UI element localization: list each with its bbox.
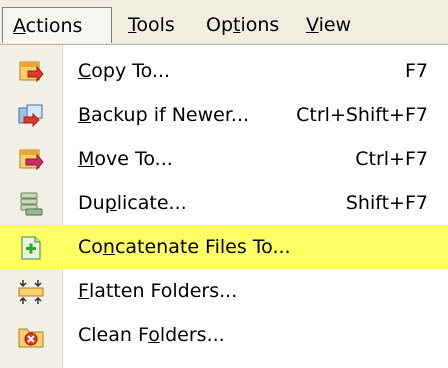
shortcut-duplicate: Shift+F7 bbox=[345, 192, 428, 214]
menu-tools-label: ools bbox=[136, 14, 175, 36]
backup-icon bbox=[18, 104, 43, 128]
duplicate-icon bbox=[20, 192, 43, 216]
menu-options-label-a: Op bbox=[206, 14, 234, 36]
shortcut-move-to: Ctrl+F7 bbox=[355, 148, 428, 170]
menu-view-label: iew bbox=[318, 14, 352, 36]
menu-options[interactable]: Options bbox=[196, 7, 289, 43]
menu-item-duplicate[interactable]: Duplicate... Shift+F7 bbox=[0, 181, 448, 225]
flatten-icon bbox=[18, 280, 44, 304]
shortcut-backup: Ctrl+Shift+F7 bbox=[296, 104, 428, 126]
actions-dropdown: Copy To... F7 Backup if Newer... Ctrl+Sh… bbox=[0, 45, 448, 368]
copy-to-icon bbox=[19, 61, 44, 83]
menu-options-label-b: ions bbox=[240, 14, 280, 36]
menu-item-backup-if-newer[interactable]: Backup if Newer... Ctrl+Shift+F7 bbox=[0, 93, 448, 137]
menu-actions-label: ctions bbox=[25, 15, 83, 37]
move-to-icon bbox=[19, 149, 44, 171]
menu-item-concatenate-files-to[interactable]: Concatenate Files To... bbox=[0, 225, 448, 269]
clean-folders-icon bbox=[18, 328, 44, 348]
menu-item-copy-to[interactable]: Copy To... F7 bbox=[0, 49, 448, 93]
menu-item-flatten-folders[interactable]: Flatten Folders... bbox=[0, 269, 448, 313]
menu-view[interactable]: View bbox=[296, 7, 361, 43]
menu-view-mnemonic: V bbox=[306, 14, 319, 36]
menu-bar: Actions Tools Options View bbox=[0, 0, 448, 44]
shortcut-copy-to: F7 bbox=[404, 60, 428, 82]
concatenate-icon bbox=[21, 236, 41, 260]
menu-item-clean-folders[interactable]: Clean Folders... bbox=[0, 313, 448, 357]
menu-actions[interactable]: Actions bbox=[2, 7, 112, 43]
menu-actions-mnemonic: A bbox=[13, 15, 26, 37]
menu-tools[interactable]: Tools bbox=[118, 7, 185, 43]
menu-item-move-to[interactable]: Move To... Ctrl+F7 bbox=[0, 137, 448, 181]
